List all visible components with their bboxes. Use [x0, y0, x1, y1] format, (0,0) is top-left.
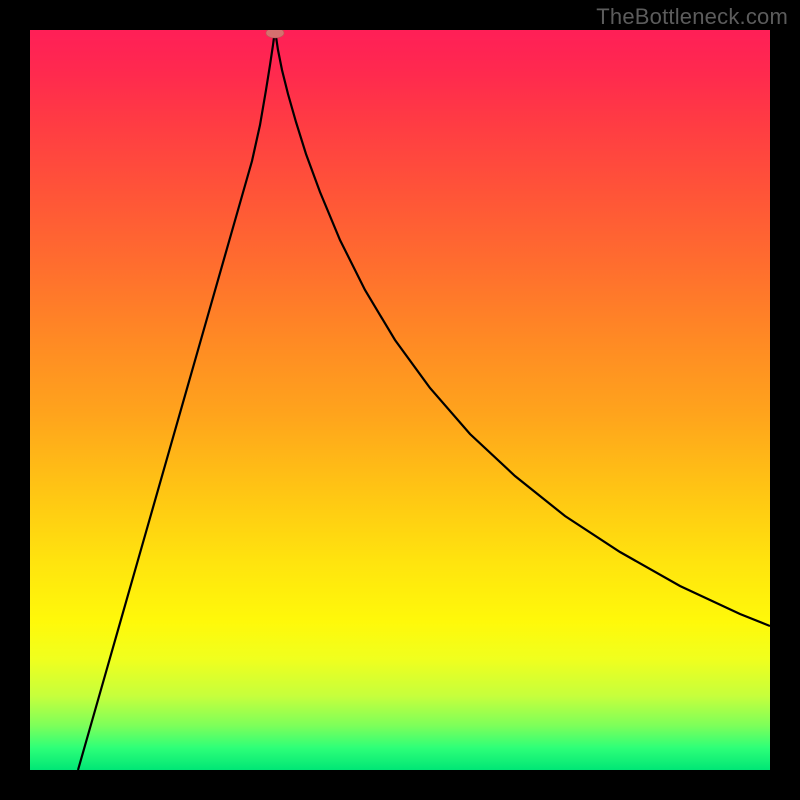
chart-frame: TheBottleneck.com [0, 0, 800, 800]
watermark-text: TheBottleneck.com [596, 4, 788, 30]
minimum-marker-icon [266, 30, 284, 38]
curve-layer [30, 30, 770, 770]
curve-left-branch [78, 30, 275, 770]
curve-right-branch [275, 30, 770, 626]
plot-area [30, 30, 770, 770]
